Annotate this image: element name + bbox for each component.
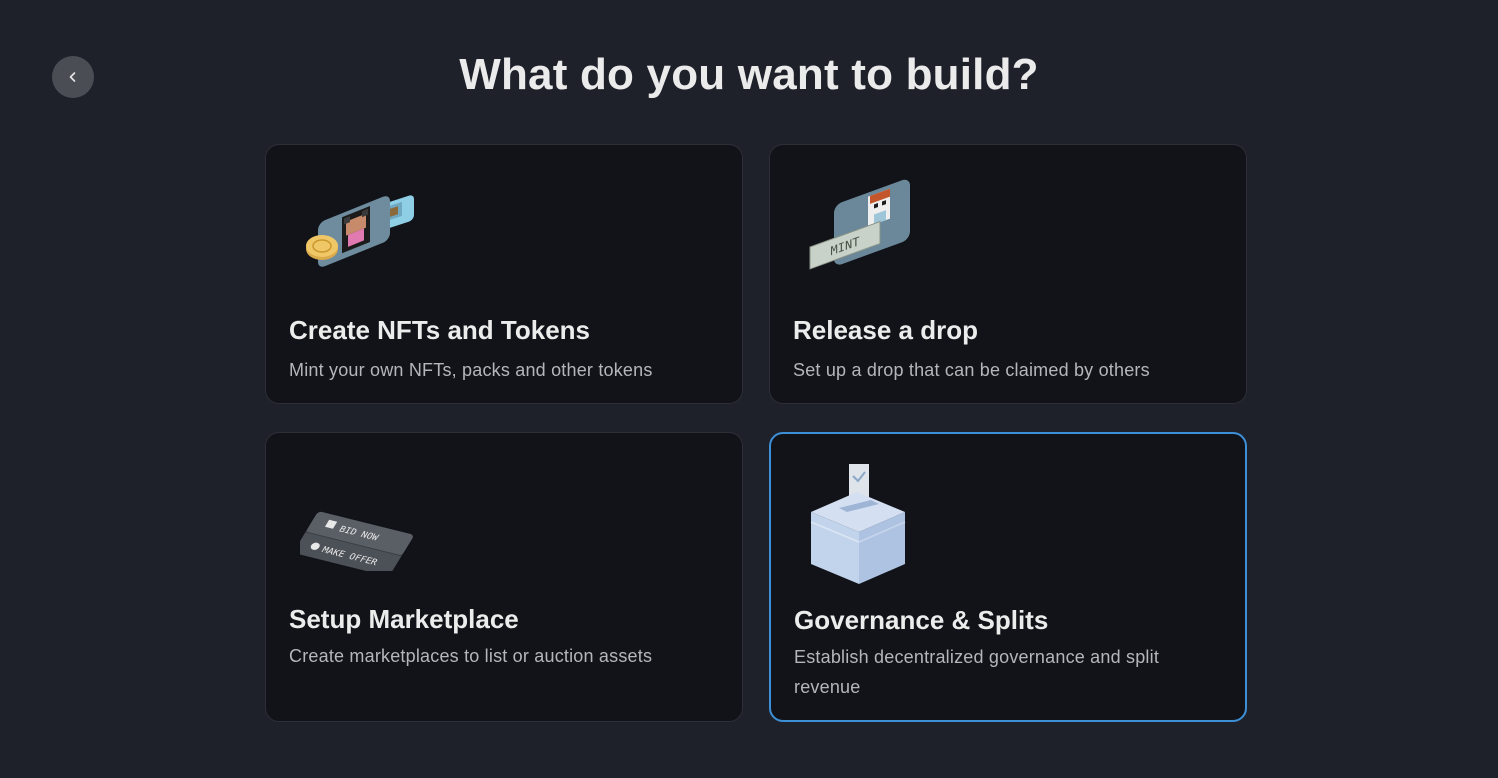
card-title: Release a drop [793, 315, 978, 345]
card-title: Create NFTs and Tokens [289, 315, 590, 345]
page-title: What do you want to build? [459, 50, 1039, 99]
page: What do you want to build? Create NFTs a… [0, 0, 1498, 778]
option-grid: Create NFTs and Tokens Mint your own NFT… [265, 144, 1247, 722]
card-description: Establish decentralized governance and s… [794, 647, 1160, 697]
card-governance-and-splits[interactable]: Governance & Splits Establish decentrali… [769, 432, 1247, 722]
card-description: Set up a drop that can be claimed by oth… [793, 360, 1150, 380]
card-title: Setup Marketplace [289, 604, 519, 634]
card-release-a-drop[interactable]: MINT Release a drop Set up a drop that c… [769, 144, 1247, 404]
card-create-nfts-and-tokens[interactable]: Create NFTs and Tokens Mint your own NFT… [265, 144, 743, 404]
card-description: Create marketplaces to list or auction a… [289, 646, 653, 666]
marketplace-illustration: BID NOW MAKE OFFER [294, 461, 430, 576]
card-description: Mint your own NFTs, packs and other toke… [289, 360, 653, 380]
mint-drop-illustration: MINT [804, 175, 934, 285]
nft-tokens-illustration [300, 175, 430, 285]
ballot-box-illustration [809, 462, 939, 584]
card-setup-marketplace[interactable]: BID NOW MAKE OFFER Setup Marketplace Cre… [265, 432, 743, 722]
card-title: Governance & Splits [794, 605, 1049, 635]
